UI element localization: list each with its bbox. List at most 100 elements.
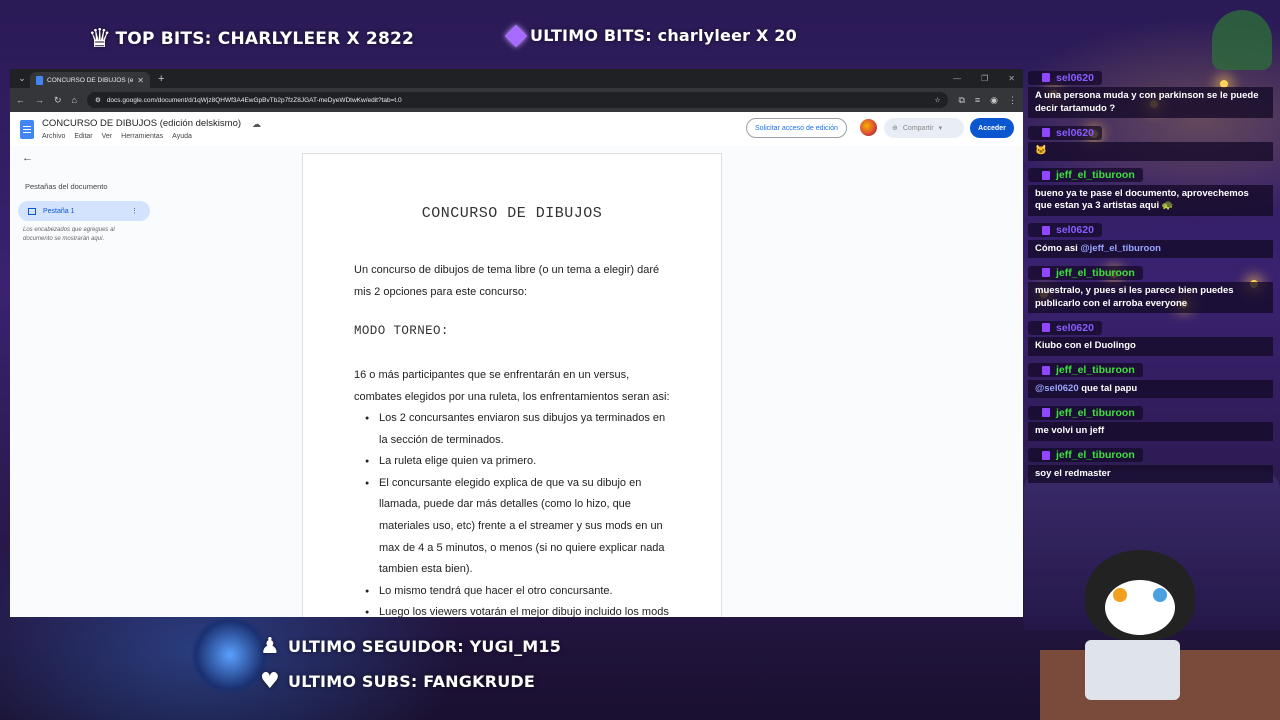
sidebar-note: Los encabezados que agregues al document… [23, 227, 115, 242]
chat-message: sel0620 Cómo asi @jeff_el_tiburoon [1028, 222, 1273, 258]
list-item[interactable]: Los 2 concursantes enviaron sus dibujos … [354, 408, 674, 451]
twitch-badge-icon [1042, 323, 1050, 332]
menu-archivo[interactable]: Archivo [42, 133, 65, 140]
site-info-icon[interactable]: ⚙ [95, 96, 101, 104]
username-text: sel0620 [1056, 321, 1094, 334]
follower-icon: ♟ [260, 634, 280, 659]
menu-bar: Archivo Editar Ver Herramientas Ayuda [42, 133, 192, 140]
top-bits-label: ♛ TOP BITS: CHARLYLEER X 2822 [88, 26, 414, 52]
menu-herramientas[interactable]: Herramientas [121, 133, 163, 140]
username-text: sel0620 [1056, 71, 1094, 84]
docs-header: CONCURSO DE DIBUJOS (edición delskismo) … [10, 112, 1023, 146]
username-text: jeff_el_tiburoon [1056, 266, 1135, 279]
browser-window: ⌄ CONCURSO DE DIBUJOS (edic ✕ + — ❐ ✕ ← … [10, 69, 1023, 617]
docs-favicon-icon [36, 75, 43, 85]
list-item[interactable]: Lo mismo tendrá que hacer el otro concur… [354, 581, 674, 603]
chat-message: sel0620 🐱 [1028, 124, 1273, 161]
chat-username: jeff_el_tiburoon [1028, 265, 1143, 280]
maximize-icon[interactable]: ❐ [981, 74, 988, 83]
intro-paragraph[interactable]: Un concurso de dibujos de tema libre (o … [354, 260, 674, 303]
cat-eye-left [1113, 588, 1127, 602]
playlist-icon[interactable]: ≡ [975, 95, 980, 106]
share-button[interactable]: ⊕ Compartir ▾ [884, 118, 964, 138]
more-icon[interactable]: ⋮ [1008, 95, 1017, 106]
laptop-decoration [1085, 640, 1180, 700]
cloud-saved-icon[interactable]: ☁ [252, 119, 261, 130]
username-text: jeff_el_tiburoon [1056, 449, 1135, 461]
address-bar: ← → ↻ ⌂ ⚙ docs.google.com/document/d/1qW… [10, 88, 1023, 112]
home-icon[interactable]: ⌂ [72, 95, 77, 105]
username-text: jeff_el_tiburoon [1056, 169, 1135, 181]
chat-message: jeff_el_tiburoon muestralo, y pues si le… [1028, 264, 1273, 313]
username-text: jeff_el_tiburoon [1056, 364, 1135, 376]
chat-message: jeff_el_tiburoon bueno ya te pase el doc… [1028, 167, 1273, 216]
twitch-badge-icon [1042, 450, 1050, 460]
browser-tab[interactable]: CONCURSO DE DIBUJOS (edic ✕ [30, 72, 150, 88]
chat-username: jeff_el_tiburoon [1028, 448, 1143, 462]
chat-message: jeff_el_tiburoon soy el redmaster [1028, 447, 1273, 483]
mention: @jeff_el_tiburoon [1080, 242, 1161, 254]
tab-title: CONCURSO DE DIBUJOS (edic [47, 76, 134, 84]
list-item[interactable]: La ruleta elige quien va primero. [354, 451, 674, 473]
avatar[interactable] [860, 119, 877, 136]
menu-editar[interactable]: Editar [74, 133, 92, 140]
ultimo-bits-label: ULTIMO BITS: charlyleer X 20 [504, 24, 797, 47]
menu-ayuda[interactable]: Ayuda [172, 133, 192, 140]
document-title[interactable]: CONCURSO DE DIBUJOS (edición delskismo) [42, 118, 241, 129]
chat-text-part: que tal papu [1078, 382, 1138, 394]
minimize-icon[interactable]: — [953, 74, 961, 83]
ultimo-seguidor-text: ULTIMO SEGUIDOR: YUGI_M15 [288, 637, 562, 656]
back-arrow-icon[interactable]: ← [22, 152, 33, 164]
chat-text: me volvi un jeff [1028, 422, 1273, 441]
docs-body: ← Pestañas del documento Pestaña 1 ⋮ Los… [10, 146, 1023, 617]
sidebar-item-tab-1[interactable]: Pestaña 1 ⋮ [18, 201, 150, 221]
twitch-badge-icon [1042, 268, 1050, 277]
crown-icon: ♛ [88, 24, 112, 54]
extensions-icon[interactable]: ⧉ [958, 95, 964, 106]
twitch-badge-icon [1042, 365, 1050, 375]
plant-decoration [1212, 10, 1272, 70]
chat-username: sel0620 [1028, 223, 1102, 237]
sign-in-button[interactable]: Acceder [970, 118, 1014, 138]
chat-message: sel0620 Kiubo con el Duolingo [1028, 319, 1273, 356]
window-controls: — ❐ ✕ [953, 74, 1023, 83]
top-bits-text: TOP BITS: CHARLYLEER X 2822 [115, 29, 415, 49]
request-edit-access-button[interactable]: Solicitar acceso de edición [746, 118, 847, 138]
list-item[interactable]: Luego los viewers votarán el mejor dibuj… [354, 602, 674, 617]
rules-paragraph[interactable]: 16 o más participantes que se enfrentará… [354, 365, 674, 408]
ultimo-bits-text: ULTIMO BITS: charlyleer X 20 [530, 26, 797, 45]
chat-text: bueno ya te pase el documento, aproveche… [1028, 184, 1273, 216]
forward-icon[interactable]: → [35, 95, 44, 105]
profile-icon[interactable]: ◉ [990, 95, 998, 106]
chat-message: jeff_el_tiburoon me volvi un jeff [1028, 404, 1273, 441]
chat-text: 🐱 [1028, 142, 1273, 161]
sidebar-tab-label: Pestaña 1 [43, 207, 75, 215]
chat-username: jeff_el_tiburoon [1028, 168, 1143, 182]
section-heading[interactable]: MODO TORNEO: [354, 324, 449, 338]
heart-icon: ♥ [260, 669, 280, 694]
tab-strip: ⌄ CONCURSO DE DIBUJOS (edic ✕ + — ❐ ✕ [10, 69, 1023, 88]
tab-search-icon[interactable]: ⌄ [14, 73, 30, 84]
menu-ver[interactable]: Ver [102, 133, 113, 140]
url-text: docs.google.com/document/d/1qWjz8QHWf3A4… [106, 96, 402, 104]
reload-icon[interactable]: ↻ [54, 95, 62, 106]
chat-panel: sel0620 A una persona muda y con parkins… [1028, 69, 1273, 489]
chat-username: sel0620 [1028, 70, 1102, 85]
ultimo-subs-text: ULTIMO SUBS: FANGKRUDE [288, 672, 536, 691]
list-item[interactable]: El concursante elegido explica de que va… [354, 473, 674, 581]
bookmark-star-icon[interactable]: ☆ [935, 96, 941, 104]
chat-username: jeff_el_tiburoon [1028, 363, 1143, 377]
chat-username: sel0620 [1028, 125, 1102, 140]
more-options-icon[interactable]: ⋮ [131, 207, 138, 215]
docs-logo-icon[interactable] [20, 120, 34, 139]
chat-text: soy el redmaster [1028, 464, 1273, 483]
document-heading[interactable]: CONCURSO DE DIBUJOS [303, 205, 721, 222]
url-input[interactable]: ⚙ docs.google.com/document/d/1qWjz8QHWf3… [86, 92, 949, 108]
close-window-icon[interactable]: ✕ [1008, 74, 1015, 83]
document-page[interactable]: CONCURSO DE DIBUJOS Un concurso de dibuj… [302, 153, 722, 617]
back-icon[interactable]: ← [16, 95, 25, 105]
close-icon[interactable]: ✕ [137, 76, 144, 85]
username-text: sel0620 [1056, 224, 1094, 236]
twitch-badge-icon [1042, 128, 1050, 137]
new-tab-icon[interactable]: + [158, 73, 164, 85]
